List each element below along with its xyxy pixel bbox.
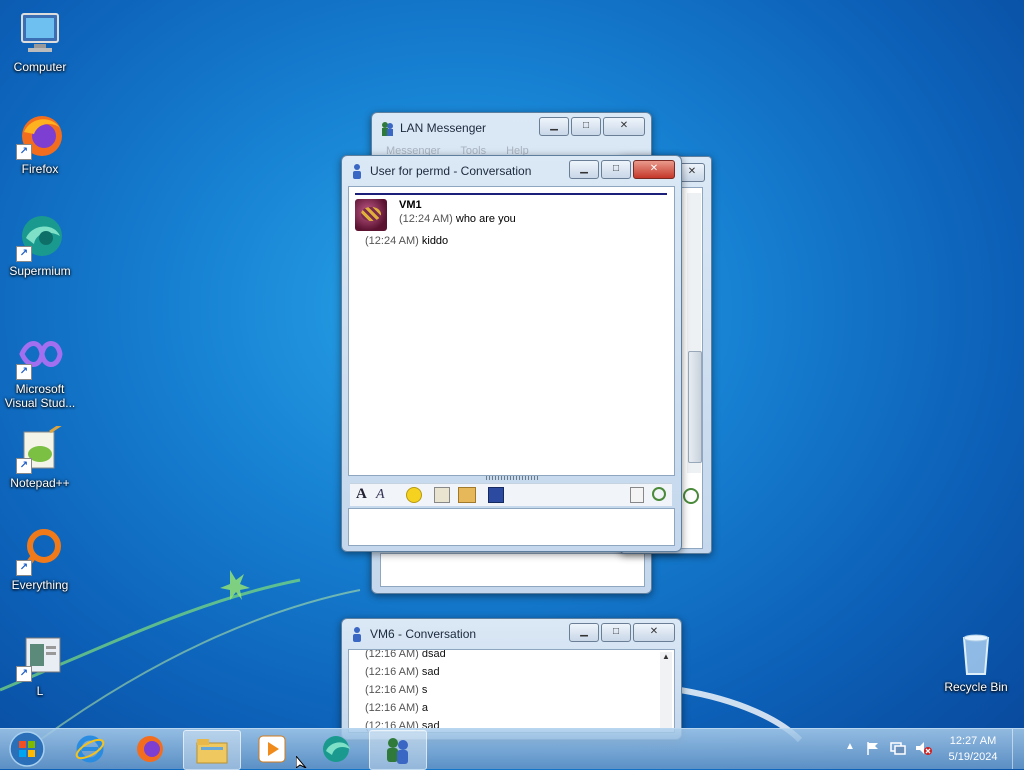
message: (12:24 AM) who are you xyxy=(399,213,516,225)
notepadpp-icon: ↗ xyxy=(16,422,64,474)
message: (12:16 AM) s xyxy=(365,684,428,696)
desktop-icon-visual-studio[interactable]: ↗ Microsoft Visual Stud... xyxy=(0,332,80,410)
network-icon[interactable] xyxy=(890,741,906,755)
shortcut-arrow-icon: ↗ xyxy=(16,144,32,160)
conversation-window[interactable]: User for permd - Conversation ▁ □ ✕ VM1 … xyxy=(341,155,682,552)
clock-time: 12:27 AM xyxy=(949,735,997,747)
save-icon[interactable] xyxy=(488,487,504,503)
recycle-bin-icon xyxy=(952,630,1000,678)
desktop-icon-label: Everything xyxy=(11,578,69,592)
taskbar-supermium-button[interactable] xyxy=(308,730,364,768)
desktop-icon-supermium[interactable]: ↗ Supermium xyxy=(0,214,80,278)
send-file-icon[interactable] xyxy=(458,487,476,503)
everything-search-icon: ↗ xyxy=(16,528,64,576)
firefox-icon: ↗ xyxy=(16,112,64,160)
message-history: VM1 (12:24 AM) who are you (12:24 AM) ki… xyxy=(348,186,675,476)
font-color-icon[interactable]: A xyxy=(376,487,385,503)
taskbar-lan-messenger-button[interactable] xyxy=(369,730,427,770)
close-button[interactable]: ✕ xyxy=(679,163,705,182)
taskbar: ▲ 12:27 AM 5/19/2024 xyxy=(0,728,1024,770)
close-button[interactable]: ✕ xyxy=(633,623,675,642)
desktop-icon-label: Recycle Bin xyxy=(944,680,1008,694)
shortcut-arrow-icon: ↗ xyxy=(16,246,32,262)
maximize-button[interactable]: □ xyxy=(601,623,631,642)
font-icon[interactable]: A xyxy=(356,486,367,503)
sender-name: VM1 xyxy=(399,199,422,211)
scrollbar-thumb[interactable] xyxy=(688,351,702,463)
desktop-icon-label: Notepad++ xyxy=(10,476,70,490)
computer-icon xyxy=(16,10,64,58)
folder-icon xyxy=(196,739,228,764)
volume-muted-icon[interactable] xyxy=(914,740,932,756)
scrollbar[interactable] xyxy=(687,193,702,473)
desktop-icon-label: Supermium xyxy=(9,264,71,278)
desktop-icon-label: Microsoft Visual Stud... xyxy=(4,382,76,410)
avatar xyxy=(355,199,387,231)
internet-explorer-icon xyxy=(75,735,105,763)
desktop-icon-recycle-bin[interactable]: Recycle Bin xyxy=(936,630,1016,694)
taskbar-explorer-button[interactable] xyxy=(183,730,241,770)
user-icon xyxy=(350,626,364,642)
window-title: VM6 - Conversation xyxy=(370,627,477,641)
copy-icon[interactable] xyxy=(630,487,644,503)
desktop-icon-notepadpp[interactable]: ↗ Notepad++ xyxy=(0,422,80,490)
vm6-conversation-window[interactable]: VM6 - Conversation ▁ □ ✕ (12:16 AM) dsad… xyxy=(341,618,682,740)
contact-list-pane xyxy=(380,553,645,587)
shortcut-arrow-icon: ↗ xyxy=(16,364,32,380)
firefox-icon xyxy=(137,736,163,762)
minimize-button[interactable]: ▁ xyxy=(539,117,569,136)
minimize-button[interactable]: ▁ xyxy=(569,623,599,642)
close-button[interactable]: ✕ xyxy=(603,117,645,136)
taskbar-firefox-button[interactable] xyxy=(122,730,178,768)
format-toolbar: A A xyxy=(350,483,672,506)
close-button[interactable]: ✕ xyxy=(633,160,675,179)
desktop-icon-firefox[interactable]: ↗ Firefox xyxy=(0,112,80,176)
supermium-icon xyxy=(323,736,350,762)
start-button[interactable] xyxy=(2,730,52,768)
shortcut-arrow-icon: ↗ xyxy=(16,458,32,474)
media-player-icon xyxy=(258,735,286,763)
window-title: User for permd - Conversation xyxy=(370,164,532,178)
shortcut-arrow-icon: ↗ xyxy=(16,666,32,682)
message: (12:16 AM) a xyxy=(365,702,428,714)
taskbar-ie-button[interactable] xyxy=(62,730,118,768)
visual-studio-icon: ↗ xyxy=(16,332,64,380)
nudge-icon[interactable] xyxy=(434,487,450,503)
user-icon xyxy=(350,163,364,179)
message-input[interactable] xyxy=(348,508,675,546)
document-icon: ↗ xyxy=(16,634,64,682)
splitter-handle[interactable] xyxy=(486,476,538,480)
scrollbar[interactable]: ▲ xyxy=(660,652,672,730)
window-title: LAN Messenger xyxy=(400,121,487,135)
lan-messenger-icon xyxy=(380,120,394,136)
shortcut-arrow-icon: ↗ xyxy=(16,560,32,576)
mouse-cursor-icon xyxy=(296,756,307,768)
message: (12:16 AM) sad xyxy=(365,666,440,678)
clock[interactable]: 12:27 AM 5/19/2024 xyxy=(940,733,1006,765)
message: (12:24 AM) kiddo xyxy=(365,235,449,247)
supermium-icon: ↗ xyxy=(16,214,64,262)
taskbar-media-player-button[interactable] xyxy=(244,730,300,768)
desktop-icon-computer[interactable]: Computer xyxy=(0,10,80,74)
message-history: (12:16 AM) dsad (12:16 AM) sad (12:16 AM… xyxy=(348,649,675,733)
emoticon-icon[interactable] xyxy=(406,487,422,503)
desktop-icon-l[interactable]: ↗ L xyxy=(0,634,80,698)
show-hidden-icons-button[interactable]: ▲ xyxy=(845,741,855,752)
minimize-button[interactable]: ▁ xyxy=(569,160,599,179)
desktop-icon-everything[interactable]: ↗ Everything xyxy=(0,528,80,592)
history-icon[interactable] xyxy=(683,488,699,504)
desktop-icon-label: Computer xyxy=(13,60,67,74)
action-center-flag-icon[interactable] xyxy=(866,741,880,755)
show-desktop-button[interactable] xyxy=(1012,729,1024,769)
maximize-button[interactable]: □ xyxy=(571,117,601,136)
clock-date: 5/19/2024 xyxy=(948,751,998,763)
history-icon[interactable] xyxy=(652,487,666,501)
maximize-button[interactable]: □ xyxy=(601,160,631,179)
lan-messenger-icon xyxy=(387,738,408,764)
desktop-icon-label: Firefox xyxy=(21,162,59,176)
message: (12:16 AM) dsad xyxy=(365,649,446,660)
desktop-icon-label: L xyxy=(36,684,44,698)
